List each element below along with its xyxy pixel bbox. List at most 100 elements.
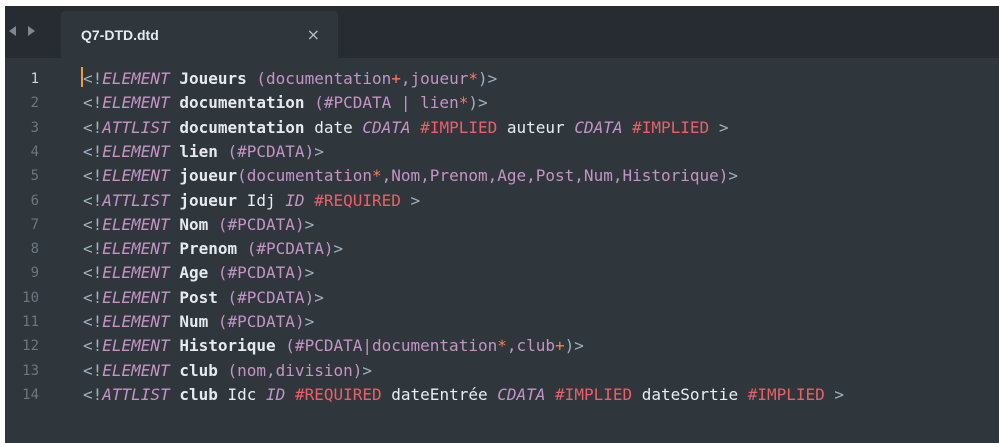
code-line[interactable]: <!ELEMENT Num (#PCDATA)> [83,310,314,334]
close-icon[interactable]: × [307,25,320,44]
tab-bar: Q7-DTD.dtd × [5,6,999,58]
code-token: Idj [246,190,286,210]
code-token: )> [477,69,498,88]
code-token: <! [83,287,103,307]
code-token: Num [169,312,218,331]
code-token: <! [83,214,103,234]
code-token: <! [83,69,103,88]
code-token: <! [83,93,103,113]
code-token: documentation [169,117,315,137]
code-line[interactable]: <!ELEMENT joueur(documentation*,Nom,Pren… [83,164,738,188]
editor-window: Q7-DTD.dtd × 1 2 3 4 5 6 7 8 9 10 11 12 13 14 <!ELEME… [5,6,999,443]
code-line[interactable]: <!ELEMENT Joueurs (documentation+,joueur… [83,67,497,91]
code-line[interactable]: <!ATTLIST club Idc ID #REQUIRED dateEntr… [83,383,844,407]
code-line[interactable]: <!ATTLIST joueur Idj ID #REQUIRED > [83,189,420,213]
code-token: > [304,214,315,234]
code-token: club [169,360,228,380]
code-line[interactable]: <!ATTLIST documentation date CDATA #IMPL… [83,116,728,140]
code-token: (#PCDATA | lien [314,93,459,113]
code-token: ATTLIST [102,117,170,137]
code-token: * [468,69,478,88]
chevron-right-icon[interactable] [25,24,37,38]
line-number: 7 [30,216,39,233]
code-token: (nom,division) [227,360,363,380]
code-token: ELEMENT [102,239,170,259]
line-number: 10 [22,289,39,306]
code-token: <! [83,141,103,161]
code-token: ID [266,384,286,404]
code-token: #IMPLIED [420,117,498,137]
code-token: ELEMENT [102,360,170,380]
code-line[interactable]: <!ELEMENT Post (#PCDATA)> [83,286,324,310]
code-line[interactable]: <!ELEMENT Age (#PCDATA)> [83,261,314,285]
code-token: ELEMENT [102,263,170,283]
code-editor[interactable]: 1 2 3 4 5 6 7 8 9 10 11 12 13 14 <!ELEMENT Joueurs (d… [5,58,999,443]
code-token: (documentation [256,69,392,88]
code-token: ,club [506,336,556,356]
code-token: ELEMENT [102,312,170,331]
line-number-gutter: 1 2 3 4 5 6 7 8 9 10 11 12 13 14 [5,58,75,443]
code-line[interactable]: <!ELEMENT Nom (#PCDATA)> [83,213,314,237]
code-token: > [314,287,324,307]
code-line[interactable]: <!ELEMENT club (nom,division)> [83,359,372,383]
code-token: ATTLIST [102,384,170,404]
code-token: #REQUIRED [314,190,401,210]
line-number: 3 [30,119,39,136]
line-number: 11 [22,314,39,330]
code-token: + [391,69,401,88]
code-token: CDATA [574,117,623,137]
code-token: (#PCDATA) [217,214,305,234]
code-token: )> [468,93,488,113]
code-token: (#PCDATA) [246,239,334,259]
line-number: 5 [30,168,39,185]
code-token: * [497,336,507,356]
code-token: dateEntrée [381,384,498,404]
code-token: )> [564,336,584,356]
chevron-left-icon[interactable] [7,24,19,38]
code-token: joueur [169,166,238,186]
code-token: ELEMENT [102,214,170,234]
code-token: > [728,166,739,186]
code-token: Post [169,287,228,307]
code-token: club [169,384,228,404]
code-token: <! [83,166,103,186]
code-token: Idc [227,384,267,404]
code-token: #IMPLIED [747,384,825,404]
code-line[interactable]: <!ELEMENT lien (#PCDATA)> [83,140,324,164]
code-token: dateSortie [632,384,748,404]
code-line[interactable]: <!ELEMENT documentation (#PCDATA | lien*… [83,91,488,115]
line-number: 13 [22,362,39,379]
code-token: #IMPLIED [555,384,633,404]
code-token: joueur [169,190,247,210]
code-line[interactable]: <!ELEMENT Prenom (#PCDATA)> [83,237,343,261]
code-token: Age [169,263,218,283]
code-token: > [333,239,344,259]
tab-navigation [7,24,37,38]
code-token: documentation [169,93,315,113]
line-number: 2 [30,95,39,112]
code-token: ATTLIST [102,190,170,210]
code-token: #IMPLIED [632,117,710,137]
code-token: + [555,336,565,356]
code-token: (#PCDATA) [227,287,315,307]
code-token: * [372,166,382,186]
code-token: ELEMENT [102,166,170,186]
code-token: <! [83,239,103,259]
code-token: Historique [169,336,286,356]
code-token: (#PCDATA) [227,141,315,161]
line-number: 4 [30,143,39,160]
code-token: ELEMENT [102,141,170,161]
code-line[interactable]: <!ELEMENT Historique (#PCDATA|documentat… [83,334,584,358]
code-token: ,Nom,Prenom,Age,Post,Num,Historique) [381,166,729,186]
tab-q7-dtd[interactable]: Q7-DTD.dtd × [61,11,338,58]
line-number: 8 [30,241,39,258]
code-token: date [314,117,363,137]
code-token: > [304,263,315,283]
code-token: <! [83,263,103,283]
code-token: ELEMENT [102,336,170,356]
code-token: > [824,384,845,404]
